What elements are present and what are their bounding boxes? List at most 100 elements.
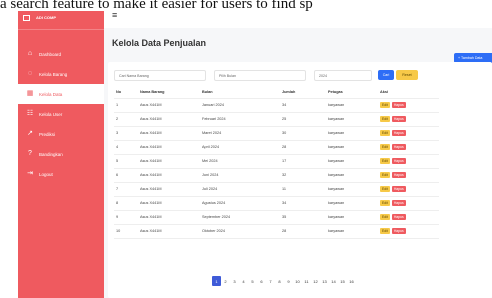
table-cell: karyawan <box>326 210 378 225</box>
table-row: 9 Asus X441M September 2024 35 karyawan Edit H… <box>114 210 439 225</box>
sales-table: No Nama Barang Bulan Jumlah Petugas Aksi… <box>114 87 439 239</box>
sidebar-item-kelola-data[interactable]: ▦ Kelola Data <box>18 84 104 104</box>
table-cell: 1 <box>114 98 138 113</box>
action-cell: Edit Hapus <box>378 126 439 141</box>
delete-button[interactable]: Hapus <box>391 228 406 234</box>
sidebar-item-bandingkan[interactable]: ? Bandingkan <box>18 144 104 164</box>
sidebar-item-kelola-barang[interactable]: ◌ Kelola Barang <box>18 64 104 84</box>
search-button[interactable]: Cari <box>378 70 394 80</box>
reset-button[interactable]: Reset <box>396 70 418 80</box>
delete-button[interactable]: Hapus <box>391 172 406 178</box>
sidebar-nav: ⌂ Dashboard ◌ Kelola Barang ▦ Kelola Data ☷ Kel… <box>18 44 104 184</box>
page-link[interactable]: 2 <box>221 276 230 286</box>
page-link[interactable]: 16 <box>347 276 356 286</box>
row-actions: Edit Hapus <box>380 155 439 168</box>
table-cell: Maret 2024 <box>200 126 280 141</box>
table-cell: 32 <box>280 168 326 183</box>
table-cell: karyawan <box>326 140 378 155</box>
sidebar-item-label: Kelola User <box>39 111 63 117</box>
sidebar-item-kelola-user[interactable]: ☷ Kelola User <box>18 104 104 124</box>
table-row: 7 Asus X441M Juli 2024 11 karyawan Edit Hapus <box>114 182 439 197</box>
edit-button[interactable]: Edit <box>380 144 390 150</box>
table-cell: 3 <box>114 126 138 141</box>
table-row: 4 Asus X441M April 2024 28 karyawan Edit Hapus <box>114 140 439 155</box>
edit-button[interactable]: Edit <box>380 214 390 220</box>
pagination: 1 2 3 4 5 6 7 8 9 10 11 12 13 14 15 16 <box>212 276 356 286</box>
edit-button[interactable]: Edit <box>380 158 390 164</box>
table-cell: 6 <box>114 168 138 183</box>
delete-button[interactable]: Hapus <box>391 158 406 164</box>
table-cell: karyawan <box>326 196 378 211</box>
table-header-row: No Nama Barang Bulan Jumlah Petugas Aksi <box>114 87 439 99</box>
delete-button[interactable]: Hapus <box>391 144 406 150</box>
page-link[interactable]: 3 <box>230 276 239 286</box>
page-link[interactable]: 15 <box>338 276 347 286</box>
main-content: Kelola Data Penjualan + Tambah Data Cari… <box>104 28 492 298</box>
page-link[interactable]: 6 <box>257 276 266 286</box>
edit-button[interactable]: Edit <box>380 172 390 178</box>
edit-button[interactable]: Edit <box>380 228 390 234</box>
table-cell: Asus X441M <box>138 210 200 225</box>
table-row: 5 Asus X441M Mei 2024 17 karyawan Edit Hapus <box>114 154 439 169</box>
table-cell: karyawan <box>326 168 378 183</box>
table-cell: 34 <box>280 98 326 113</box>
table-cell: Asus X441M <box>138 112 200 127</box>
page-link[interactable]: 8 <box>275 276 284 286</box>
page-link[interactable]: 7 <box>266 276 275 286</box>
year-input[interactable]: 2024 <box>314 70 372 81</box>
column-header: Bulan <box>200 87 280 99</box>
action-cell: Edit Hapus <box>378 168 439 183</box>
table-row: 3 Asus X441M Maret 2024 30 karyawan Edit Hapus <box>114 126 439 141</box>
table-cell: karyawan <box>326 224 378 239</box>
table-cell: 5 <box>114 154 138 169</box>
sidebar-item-label: Bandingkan <box>39 151 63 157</box>
page-link[interactable]: 5 <box>248 276 257 286</box>
table-cell: 11 <box>280 182 326 197</box>
page-link[interactable]: 10 <box>293 276 302 286</box>
table-cell: 35 <box>280 210 326 225</box>
month-select[interactable]: Pilih Bulan <box>214 70 306 81</box>
hamburger-icon[interactable]: ≡ <box>112 11 121 20</box>
action-cell: Edit Hapus <box>378 196 439 211</box>
column-header: Aksi <box>378 87 439 99</box>
delete-button[interactable]: Hapus <box>391 186 406 192</box>
page-link[interactable]: 12 <box>311 276 320 286</box>
sidebar-item-label: Dashboard <box>39 51 62 57</box>
page-link[interactable]: 13 <box>320 276 329 286</box>
page-link[interactable]: 4 <box>239 276 248 286</box>
edit-button[interactable]: Edit <box>380 116 390 122</box>
delete-button[interactable]: Hapus <box>391 214 406 220</box>
delete-button[interactable]: Hapus <box>391 130 406 136</box>
page-link[interactable]: 11 <box>302 276 311 286</box>
action-cell: Edit Hapus <box>378 98 439 113</box>
edit-button[interactable]: Edit <box>380 130 390 136</box>
delete-button[interactable]: Hapus <box>391 102 406 108</box>
search-input[interactable]: Cari Nama Barang <box>114 70 206 81</box>
table-cell: Februari 2024 <box>200 112 280 127</box>
delete-button[interactable]: Hapus <box>391 200 406 206</box>
edit-button[interactable]: Edit <box>380 186 390 192</box>
delete-button[interactable]: Hapus <box>391 116 406 122</box>
sidebar-item-label: Kelola Data <box>39 91 63 97</box>
edit-button[interactable]: Edit <box>380 200 390 206</box>
page-link[interactable]: 9 <box>284 276 293 286</box>
row-actions: Edit Hapus <box>380 169 439 182</box>
action-cell: Edit Hapus <box>378 112 439 127</box>
table-cell: 34 <box>280 196 326 211</box>
table-cell: Agustus 2024 <box>200 196 280 211</box>
box-icon: ◌ <box>27 70 33 77</box>
sidebar-item-prediksi[interactable]: ↗ Prediksi <box>18 124 104 144</box>
table-cell: Asus X441M <box>138 154 200 169</box>
page-link[interactable]: 14 <box>329 276 338 286</box>
row-actions: Edit Hapus <box>380 141 439 154</box>
sidebar-item-label: Logout <box>39 171 53 177</box>
sidebar-item-dashboard[interactable]: ⌂ Dashboard <box>18 44 104 64</box>
table-cell: 9 <box>114 210 138 225</box>
sidebar-item-logout[interactable]: ⇥ Logout <box>18 164 104 184</box>
table-cell: Asus X441M <box>138 98 200 113</box>
table-cell: 10 <box>114 224 138 239</box>
column-header: No <box>114 87 138 99</box>
logout-icon: ⇥ <box>27 170 33 177</box>
edit-button[interactable]: Edit <box>380 102 390 108</box>
page-link[interactable]: 1 <box>212 276 221 286</box>
